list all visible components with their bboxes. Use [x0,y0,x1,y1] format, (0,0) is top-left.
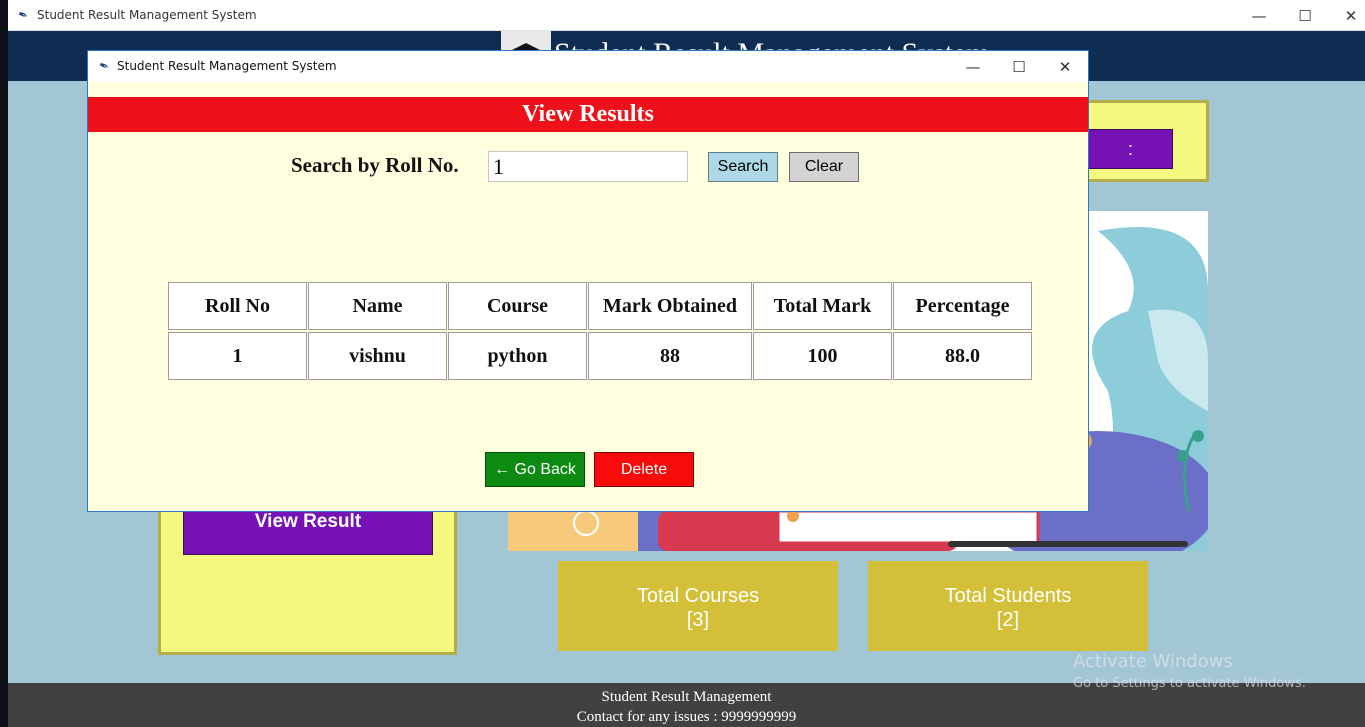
popup-maximize-button[interactable]: ☐ [996,55,1042,79]
table-cell-mark-obtained[interactable]: 88 [588,332,752,380]
roll-no-search-input[interactable]: 1 [488,151,688,182]
delete-button[interactable]: Delete [594,452,694,487]
total-courses-label: Total Courses [636,585,760,607]
main-minimize-button[interactable]: — [1236,4,1282,28]
popup-minimize-button[interactable]: — [950,55,996,79]
main-window-title: Student Result Management System [37,8,257,22]
main-window-titlebar[interactable]: ✒ Student Result Management System — ☐ ✕ [8,0,1365,31]
table-header-mark-obtained: Mark Obtained [588,282,752,330]
total-students-value: [2] [996,609,1020,631]
watermark-subtitle: Go to Settings to activate Windows. [1073,676,1306,691]
total-courses-box: Total Courses [3] [558,561,838,651]
watermark-title: Activate Windows [1073,651,1233,672]
view-results-header: View Results [88,97,1088,132]
table-cell-total-mark[interactable]: 100 [753,332,892,380]
total-courses-value: [3] [686,609,710,631]
table-cell-percentage[interactable]: 88.0 [893,332,1032,380]
total-students-box: Total Students [2] [868,561,1148,651]
main-maximize-button[interactable]: ☐ [1282,4,1328,28]
go-back-button[interactable]: ← Go Back [485,452,585,487]
feather-icon: ✒ [15,6,31,24]
table-cell-roll-no[interactable]: 1 [168,332,307,380]
total-students-label: Total Students [944,585,1072,607]
popup-close-button[interactable]: ✕ [1042,55,1088,79]
main-close-button[interactable]: ✕ [1328,4,1365,28]
feather-icon: ✒ [96,57,112,75]
search-label: Search by Roll No. [291,153,459,177]
activation-watermark: Activate Windows Go to Settings to activ… [1073,651,1306,691]
desktop-edge [0,0,8,727]
table-cell-course[interactable]: python [448,332,587,380]
table-cell-name[interactable]: vishnu [308,332,447,380]
clear-button[interactable]: Clear [789,152,859,182]
table-header-total-mark: Total Mark [753,282,892,330]
popup-titlebar[interactable]: ✒ Student Result Management System — ☐ ✕ [88,51,1088,82]
table-header-course: Course [448,282,587,330]
search-button[interactable]: Search [708,152,778,182]
view-results-window: ✒ Student Result Management System — ☐ ✕… [87,50,1089,512]
popup-title: Student Result Management System [117,59,337,73]
footer-contact: Contact for any issues : 9999999999 [576,709,797,725]
table-header-roll-no: Roll No [168,282,307,330]
table-header-percentage: Percentage [893,282,1032,330]
table-header-name: Name [308,282,447,330]
logout-button[interactable]: : [1088,129,1173,169]
